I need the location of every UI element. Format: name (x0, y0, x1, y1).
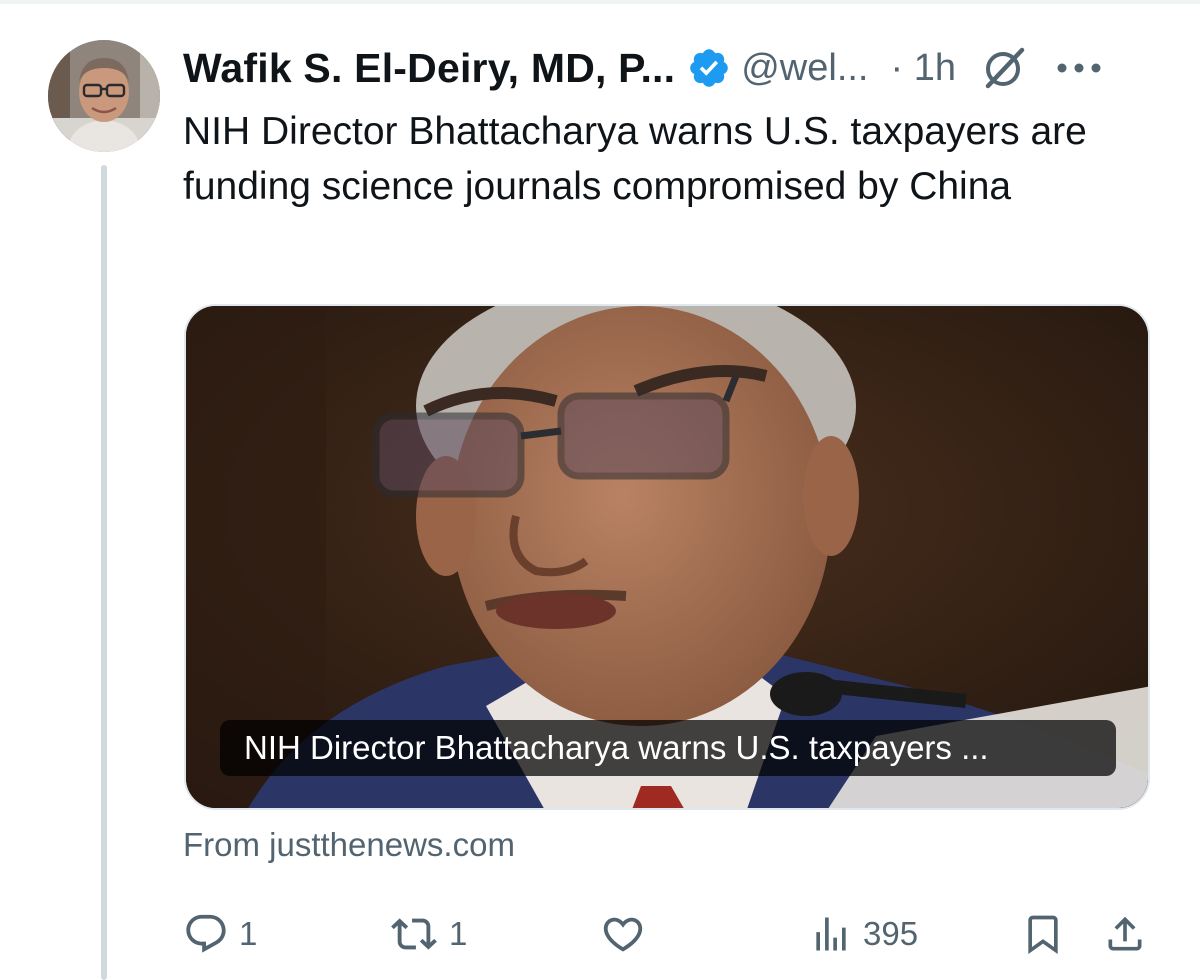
share-icon (1108, 916, 1142, 951)
like-icon (603, 917, 643, 952)
post-header: Wafik S. El-Deiry, MD, P... @wel... · 1h (183, 40, 1102, 96)
link-card[interactable]: NIH Director Bhattacharya warns U.S. tax… (184, 304, 1150, 810)
action-bar: 1 1 395 (183, 906, 1153, 962)
author-name[interactable]: Wafik S. El-Deiry, MD, P... (183, 45, 675, 92)
reply-icon (186, 914, 226, 953)
top-divider (0, 0, 1200, 4)
card-source[interactable]: From justthenews.com (183, 826, 515, 864)
bookmark-button[interactable] (1021, 906, 1065, 962)
card-caption: NIH Director Bhattacharya warns U.S. tax… (220, 720, 1116, 776)
bookmark-icon (1028, 915, 1058, 955)
repost-count: 1 (449, 915, 468, 952)
more-icon[interactable] (1056, 58, 1102, 78)
post-text: NIH Director Bhattacharya warns U.S. tax… (183, 110, 1087, 208)
grok-icon[interactable] (980, 44, 1028, 92)
views-button[interactable]: 395 (809, 906, 918, 962)
author-avatar[interactable] (48, 40, 160, 152)
repost-button[interactable]: 1 (389, 906, 467, 962)
reply-count: 1 (239, 915, 258, 952)
verified-badge-icon[interactable] (687, 46, 731, 90)
reply-button[interactable]: 1 (183, 906, 257, 962)
views-count: 395 (863, 915, 919, 952)
share-button[interactable] (1103, 906, 1147, 962)
author-handle[interactable]: @wel... (741, 47, 868, 90)
views-icon (816, 917, 846, 951)
thread-line (101, 165, 107, 980)
post-time[interactable]: · 1h (891, 47, 956, 90)
repost-icon (391, 918, 437, 950)
like-button[interactable] (599, 906, 657, 962)
